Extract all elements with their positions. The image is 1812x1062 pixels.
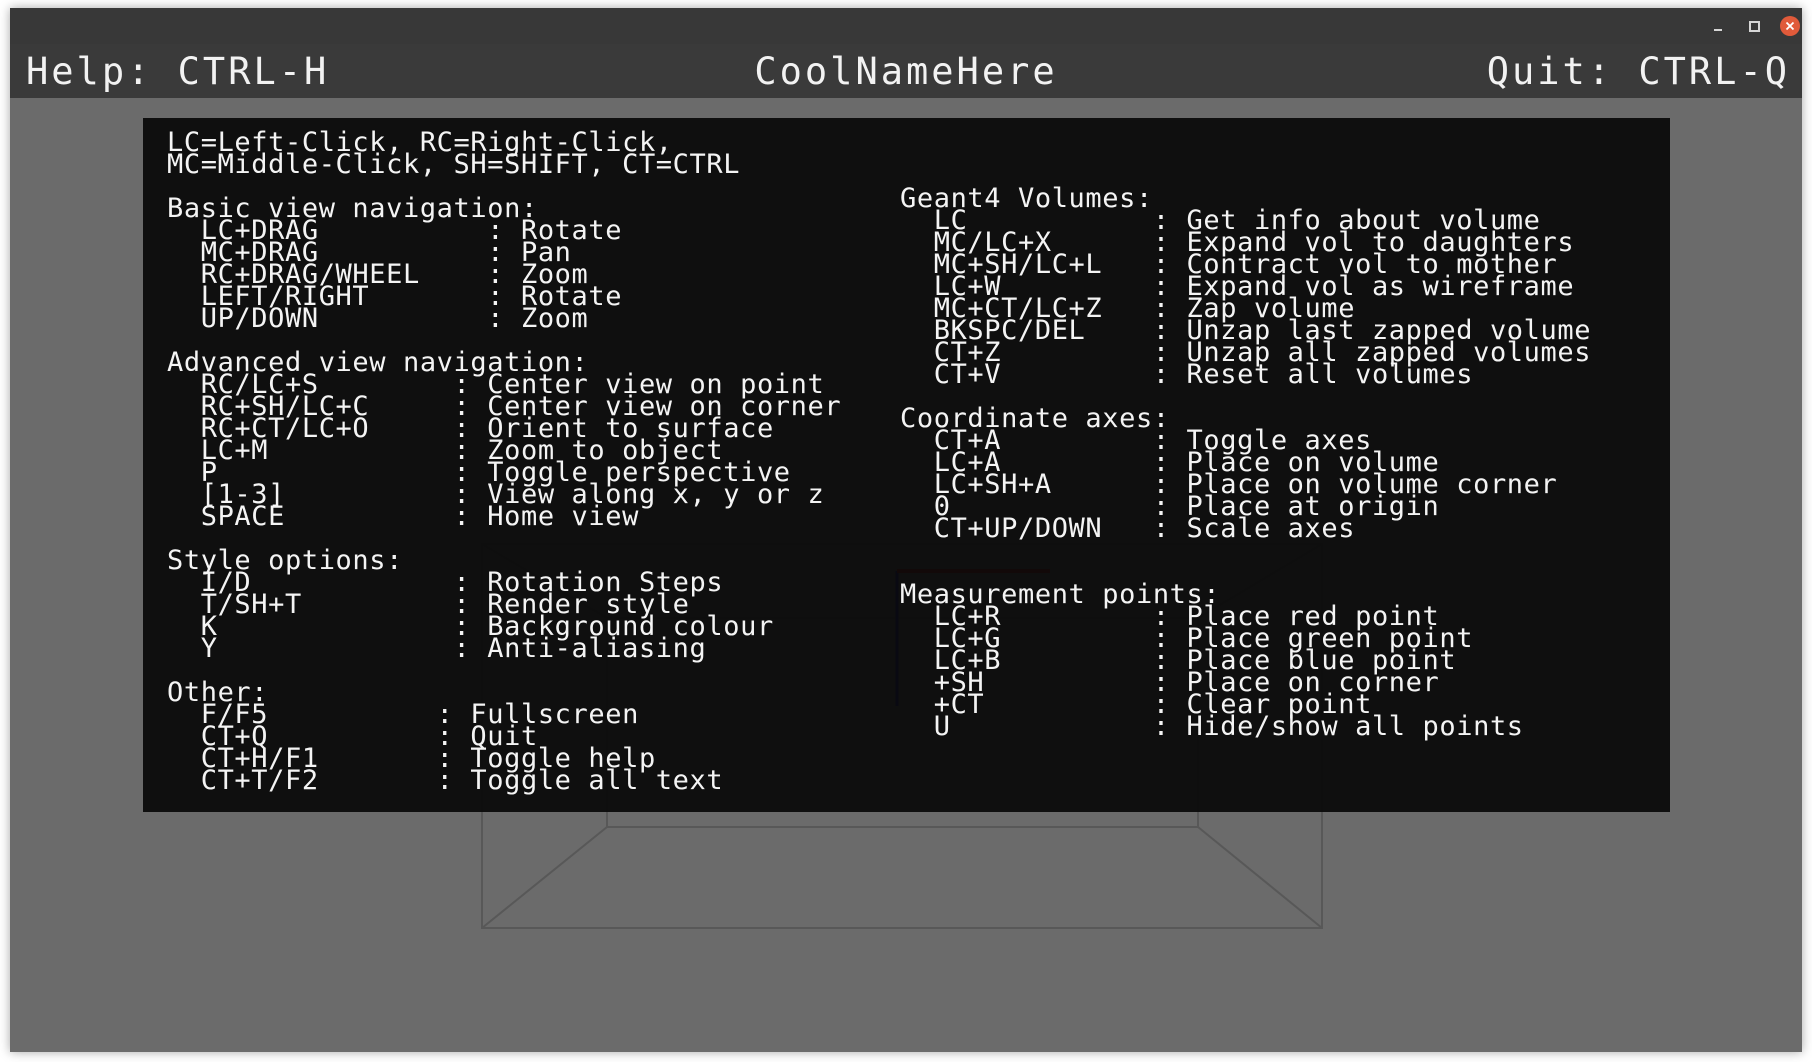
maximize-button[interactable] bbox=[1744, 16, 1764, 36]
minimize-icon bbox=[1714, 29, 1722, 31]
legend-line: MC=Middle-Click, SH=SHIFT, CT=CTRL bbox=[167, 149, 741, 180]
help-entry: UP/DOWN : Zoom bbox=[167, 303, 589, 334]
help-entry: U : Hide/show all points bbox=[900, 711, 1524, 742]
maximize-icon bbox=[1748, 20, 1760, 32]
window-titlebar bbox=[10, 8, 1802, 44]
header-bar: Help: CTRL-H CoolNameHere Quit: CTRL-Q bbox=[10, 44, 1802, 98]
help-entry: CT+T/F2 : Toggle all text bbox=[167, 765, 724, 796]
help-entry: CT+UP/DOWN : Scale axes bbox=[900, 513, 1356, 544]
help-overlay: LC=Left-Click, RC=Right-Click, MC=Middle… bbox=[143, 118, 1670, 812]
help-right-column: Geant4 Volumes: LC : Get info about volu… bbox=[900, 185, 1591, 742]
help-left-column: LC=Left-Click, RC=Right-Click, MC=Middle… bbox=[167, 129, 841, 796]
close-icon bbox=[1785, 21, 1795, 31]
app-window: Help: CTRL-H CoolNameHere Quit: CTRL-Q L… bbox=[10, 8, 1802, 1052]
quit-shortcut-hint: Quit: CTRL-Q bbox=[1486, 50, 1790, 93]
minimize-button[interactable] bbox=[1708, 16, 1728, 36]
close-button[interactable] bbox=[1780, 16, 1800, 36]
